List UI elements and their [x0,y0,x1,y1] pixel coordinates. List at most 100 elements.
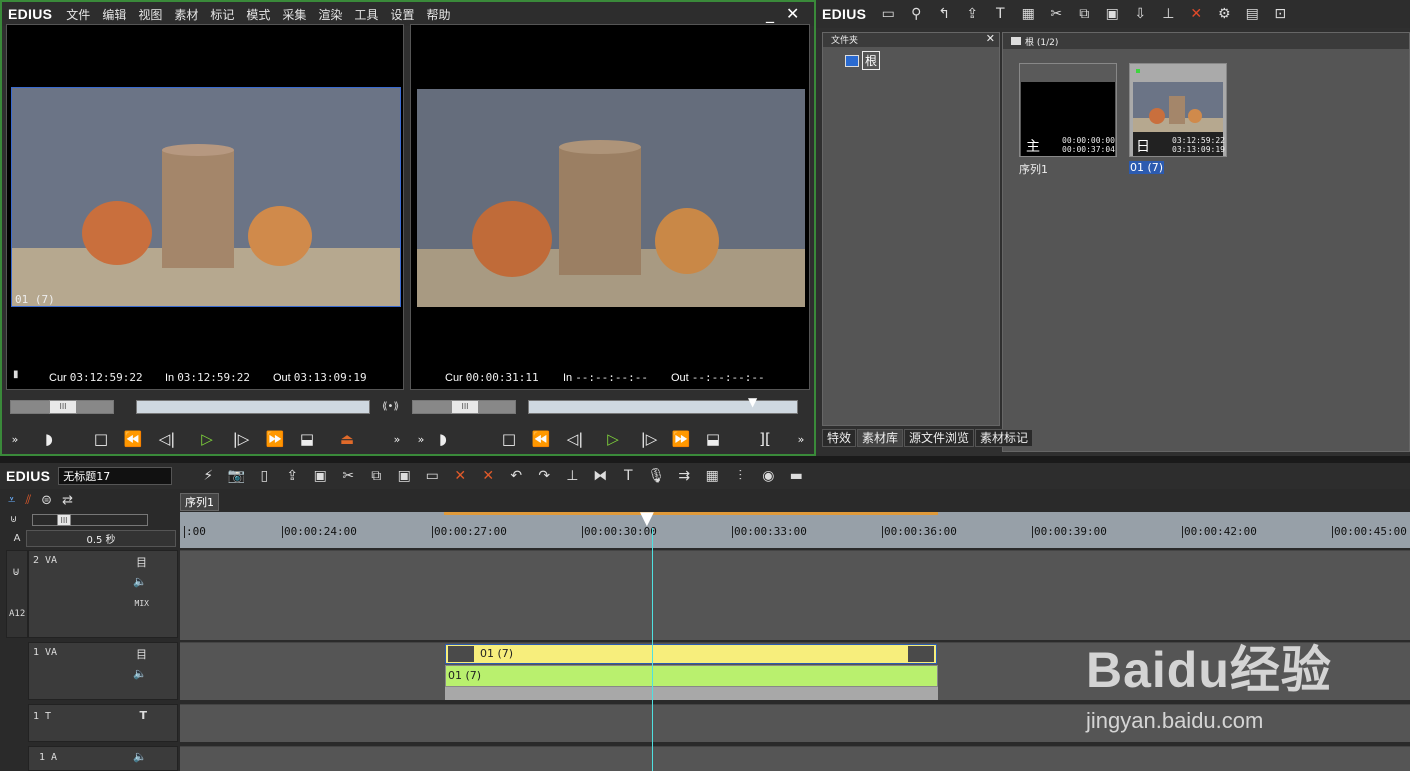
fast-forward-icon[interactable]: ⏩ [264,428,286,450]
timeline-ruler[interactable]: :00 00:00:24:00 00:00:27:00 00:00:30:00 00:0… [180,512,1410,548]
minimize-button[interactable]: _ [766,4,774,23]
title-icon[interactable]: T [986,6,1014,22]
mode-icon[interactable]: ⚡ [194,468,222,484]
add-to-player-icon[interactable]: ⇩ [1126,6,1154,22]
video-toggle-icon[interactable]: 目 [136,554,147,570]
table-icon[interactable]: ▦ [698,468,726,484]
rec-expand-icon[interactable]: » [410,428,432,450]
set-in-icon[interactable]: ◗ [38,428,60,450]
color-icon[interactable]: ◉ [754,468,782,484]
properties-icon[interactable]: ⚙ [1210,6,1238,22]
layout-icon[interactable]: ▬ [782,468,810,484]
title-track-icon[interactable]: T [139,709,147,722]
step-forward-icon[interactable]: |▷ [230,428,252,450]
menu-tools[interactable]: 工具 [348,6,384,23]
project-name[interactable]: 无标题17 [58,467,173,485]
open-icon[interactable]: ⇪ [278,468,306,484]
delete-clip-icon[interactable]: ✕ [446,468,474,484]
insert-to-timeline-icon[interactable]: ⏏ [336,428,358,450]
collapse-icon[interactable]: ⊍ [10,514,17,525]
colorbar-icon[interactable]: ▦ [1014,6,1042,22]
briefcase-icon[interactable]: ⊡ [1266,6,1294,22]
rec-step-forward-icon[interactable]: |▷ [638,428,660,450]
expand-right-icon[interactable]: » [386,428,408,450]
title-tool-icon[interactable]: T [614,468,642,484]
track-insert-icon[interactable]: ⇄ [62,493,73,508]
sequence-name[interactable]: 序列1 [1019,161,1048,177]
delete-icon[interactable]: ✕ [1182,6,1210,22]
snapshot-icon[interactable]: 📷 [222,468,250,484]
folder-root[interactable]: 根 [845,51,881,70]
record-position-bar[interactable] [528,400,798,414]
rec-fast-forward-icon[interactable]: ⏩ [670,428,692,450]
menu-marker[interactable]: 标记 [204,6,240,23]
mixer-icon[interactable]: ⫶ [726,468,754,484]
track-select-icon[interactable]: ⩡ [8,493,15,508]
track-header-2va[interactable]: 2 VA 目 🔈 MIX [28,550,178,638]
zoom-slider[interactable]: III [32,514,148,526]
rec-expand-right-icon[interactable]: » [790,428,812,450]
timeline-copy-icon[interactable]: ⧉ [362,468,390,484]
video-clip[interactable]: 01 (7) [445,644,937,664]
menu-edit[interactable]: 编辑 [96,6,132,23]
add-to-timeline-icon[interactable]: ⊥ [1154,6,1182,22]
auto-icon[interactable]: A [8,533,26,544]
save-icon[interactable]: ▣ [306,468,334,484]
audio-clip[interactable]: 01 (7) [445,665,938,687]
menu-mode[interactable]: 模式 [240,6,276,23]
audio-track-icon[interactable]: 🔈 [133,750,147,763]
rec-stop-icon[interactable]: □ [498,428,520,450]
record-monitor[interactable]: Cur 00:00:31:11 In --:--:--:-- Out --:--:--… [410,24,810,390]
sequence-tab[interactable]: 序列1 [180,493,219,511]
menu-help[interactable]: 帮助 [420,6,456,23]
loop-icon[interactable]: ⬓ [296,428,318,450]
menu-render[interactable]: 渲染 [312,6,348,23]
playhead-icon[interactable]: ▼ [640,510,654,528]
expand-icon[interactable]: » [4,428,26,450]
tab-source-browser[interactable]: 源文件浏览 [904,429,975,447]
copy-icon[interactable]: ⧉ [1070,6,1098,22]
view-icon[interactable]: ▤ [1238,6,1266,22]
folder-icon[interactable]: ▭ [874,6,902,22]
rec-out-icon[interactable]: ][ [754,428,776,450]
rec-rewind-icon[interactable]: ⏪ [530,428,552,450]
record-shuttle-knob[interactable]: III [451,400,479,414]
rec-step-back-icon[interactable]: ◁| [564,428,586,450]
new-icon[interactable]: ▯ [250,468,278,484]
track-header-1va[interactable]: 1 VA 目 🔈 [28,642,178,700]
track-sync-icon[interactable]: ⊜ [41,493,52,508]
tab-effects[interactable]: 特效 [822,429,857,447]
source-position-bar[interactable] [136,400,370,414]
bin-item-clip[interactable]: 日 03:12:59:22 03:13:09:19 [1129,63,1227,157]
bin-item-sequence[interactable]: 主 00:00:00:00 00:00:37:04 [1019,63,1117,157]
folder-close-icon[interactable]: ✕ [986,32,995,45]
track-body-1a[interactable] [180,746,1410,771]
track-header-1t[interactable]: 1 T T [28,704,178,742]
add-cut-icon[interactable]: ⊥ [558,468,586,484]
play-icon[interactable]: ▷ [196,428,218,450]
rec-play-icon[interactable]: ▷ [602,428,624,450]
timeline-cut-icon[interactable]: ✂ [334,468,362,484]
menu-settings[interactable]: 设置 [384,6,420,23]
tab-library[interactable]: 素材库 [857,429,904,447]
clip-name[interactable]: 01 (7) [1129,161,1165,174]
link-icon[interactable]: ▭ [418,468,446,484]
ripple-delete-icon[interactable]: ✕ [474,468,502,484]
cut-icon[interactable]: ✂ [1042,6,1070,22]
track-header-1a[interactable]: 1 A 🔈 [28,746,178,771]
audio-toggle-icon[interactable]: 🔈 [133,575,147,588]
record-shuttle[interactable]: III [412,400,516,414]
menu-capture[interactable]: 采集 [276,6,312,23]
audio-toggle-icon-1va[interactable]: 🔈 [133,667,147,680]
rec-loop-icon[interactable]: ⬓ [702,428,724,450]
zoom-select[interactable]: 0.5 秒 [26,529,176,547]
microphone-icon[interactable]: 🎙 [642,468,670,484]
timeline-paste-icon[interactable]: ▣ [390,468,418,484]
collapse-track-icon[interactable]: ⊍ [12,565,20,578]
zoom-knob[interactable]: III [57,514,71,526]
menu-clip[interactable]: 素材 [168,6,204,23]
search-icon[interactable]: ⚲ [902,6,930,22]
undo-icon[interactable]: ↶ [502,468,530,484]
export-icon[interactable]: ⇉ [670,468,698,484]
redo-icon[interactable]: ↷ [530,468,558,484]
